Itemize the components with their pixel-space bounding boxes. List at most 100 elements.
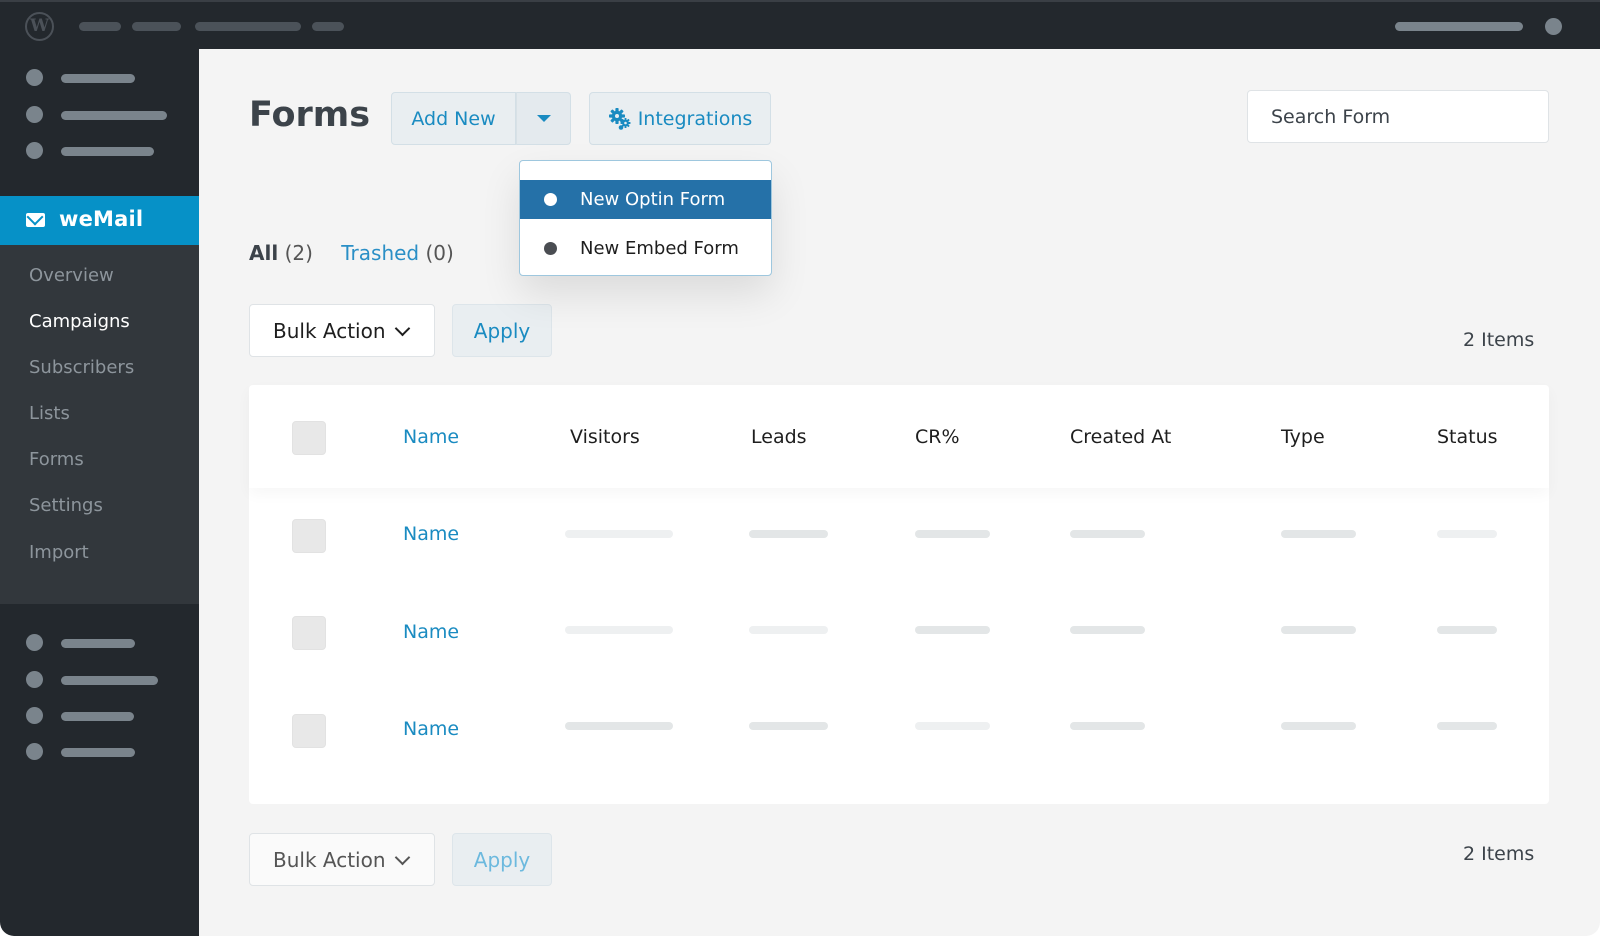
sidebar-item-placeholder[interactable] — [61, 74, 135, 83]
menu-icon-placeholder — [26, 106, 43, 123]
menu-item-new-optin-form[interactable]: New Optin Form — [520, 180, 771, 219]
app-window: W weMail Overview Campaigns Subscribers … — [0, 0, 1600, 936]
chevron-down-icon — [394, 849, 411, 866]
bulk-action-select-bottom[interactable]: Bulk Action — [249, 833, 435, 886]
select-all-checkbox[interactable] — [292, 421, 326, 455]
leads-placeholder — [749, 722, 828, 730]
row-name-link[interactable]: Name — [403, 621, 459, 643]
add-new-menu: New Optin Form New Embed Form — [519, 160, 772, 276]
status-placeholder — [1437, 722, 1497, 730]
filter-all[interactable]: All — [249, 241, 278, 265]
column-header-visitors: Visitors — [570, 426, 640, 448]
sidebar-item-placeholder[interactable] — [61, 111, 167, 120]
status-filters: All (2) Trashed (0) — [249, 241, 454, 265]
page-title: Forms — [249, 95, 371, 135]
bullet-icon — [544, 242, 557, 255]
leads-placeholder — [749, 530, 828, 538]
column-header-status: Status — [1437, 426, 1498, 448]
column-header-type: Type — [1281, 426, 1325, 448]
cr-placeholder — [915, 722, 990, 730]
admin-bar-item-placeholder[interactable] — [132, 22, 181, 31]
wordpress-logo-icon[interactable]: W — [25, 12, 54, 41]
submenu-item-overview[interactable]: Overview — [29, 265, 114, 286]
submenu-item-forms[interactable]: Forms — [29, 449, 84, 470]
status-placeholder — [1437, 626, 1497, 634]
submenu-item-subscribers[interactable]: Subscribers — [29, 357, 134, 378]
sidebar-item-wemail[interactable]: weMail — [0, 196, 199, 245]
admin-bar-item-placeholder[interactable] — [79, 22, 121, 31]
submenu-item-settings[interactable]: Settings — [29, 495, 103, 516]
bulk-action-select[interactable]: Bulk Action — [249, 304, 435, 357]
sidebar-item-placeholder[interactable] — [61, 147, 154, 156]
column-header-name[interactable]: Name — [403, 426, 459, 448]
apply-button-bottom[interactable]: Apply — [452, 833, 552, 886]
status-placeholder — [1437, 530, 1497, 538]
menu-item-new-embed-form[interactable]: New Embed Form — [520, 229, 771, 268]
column-header-leads: Leads — [751, 426, 807, 448]
visitors-placeholder — [565, 626, 673, 634]
menu-icon-placeholder — [26, 743, 43, 760]
bulk-action-label: Bulk Action — [273, 847, 386, 872]
menu-icon-placeholder — [26, 142, 43, 159]
type-placeholder — [1281, 530, 1356, 538]
filter-trashed-count: (0) — [425, 241, 454, 265]
admin-bar-item-placeholder[interactable] — [312, 22, 344, 31]
sidebar-item-placeholder[interactable] — [61, 712, 134, 721]
sidebar-item-placeholder[interactable] — [61, 748, 135, 757]
menu-item-label: New Embed Form — [580, 238, 739, 259]
type-placeholder — [1281, 722, 1356, 730]
visitors-placeholder — [565, 722, 673, 730]
leads-placeholder — [749, 626, 828, 634]
submenu-item-campaigns[interactable]: Campaigns — [29, 311, 130, 332]
caret-down-icon — [536, 115, 551, 122]
submenu-item-import[interactable]: Import — [29, 542, 89, 563]
search-input[interactable] — [1271, 105, 1525, 128]
submenu-item-lists[interactable]: Lists — [29, 403, 70, 424]
bullet-icon — [544, 193, 557, 206]
created-at-placeholder — [1070, 530, 1145, 538]
add-new-dropdown-toggle[interactable] — [516, 92, 571, 145]
avatar[interactable] — [1545, 18, 1562, 35]
bulk-action-label: Bulk Action — [273, 318, 386, 343]
sidebar-item-placeholder[interactable] — [61, 676, 158, 685]
filter-trashed[interactable]: Trashed — [341, 241, 419, 265]
integrations-button[interactable]: Integrations — [589, 92, 771, 145]
gears-icon — [608, 107, 631, 130]
add-new-button[interactable]: Add New — [391, 92, 516, 145]
account-name-placeholder[interactable] — [1395, 22, 1523, 31]
sidebar: weMail Overview Campaigns Subscribers Li… — [0, 49, 199, 936]
apply-button[interactable]: Apply — [452, 304, 552, 357]
row-name-link[interactable]: Name — [403, 523, 459, 545]
menu-icon-placeholder — [26, 671, 43, 688]
menu-icon-placeholder — [26, 707, 43, 724]
created-at-placeholder — [1070, 722, 1145, 730]
menu-icon-placeholder — [26, 69, 43, 86]
sidebar-item-placeholder[interactable] — [61, 639, 135, 648]
filter-all-count: (2) — [284, 241, 313, 265]
integrations-label: Integrations — [637, 107, 753, 130]
row-checkbox[interactable] — [292, 616, 326, 650]
admin-bar-item-placeholder[interactable] — [195, 22, 301, 31]
menu-icon-placeholder — [26, 634, 43, 651]
cr-placeholder — [915, 530, 990, 538]
column-header-created-at: Created At — [1070, 426, 1172, 448]
created-at-placeholder — [1070, 626, 1145, 634]
forms-table: Name Visitors Leads CR% Created At Type … — [249, 385, 1549, 804]
admin-bar: W — [0, 0, 1600, 49]
type-placeholder — [1281, 626, 1356, 634]
row-name-link[interactable]: Name — [403, 718, 459, 740]
visitors-placeholder — [565, 530, 673, 538]
row-checkbox[interactable] — [292, 714, 326, 748]
column-header-cr: CR% — [915, 426, 960, 448]
sidebar-brand-label: weMail — [59, 207, 144, 231]
search-form-field[interactable] — [1247, 90, 1549, 143]
menu-item-label: New Optin Form — [580, 189, 726, 210]
mail-icon — [26, 213, 45, 227]
items-count-bottom: 2 Items — [1463, 843, 1535, 865]
items-count: 2 Items — [1463, 329, 1535, 351]
wemail-submenu: Overview Campaigns Subscribers Lists For… — [0, 245, 199, 604]
chevron-down-icon — [394, 320, 411, 337]
cr-placeholder — [915, 626, 990, 634]
table-header: Name Visitors Leads CR% Created At Type … — [249, 385, 1549, 488]
row-checkbox[interactable] — [292, 519, 326, 553]
